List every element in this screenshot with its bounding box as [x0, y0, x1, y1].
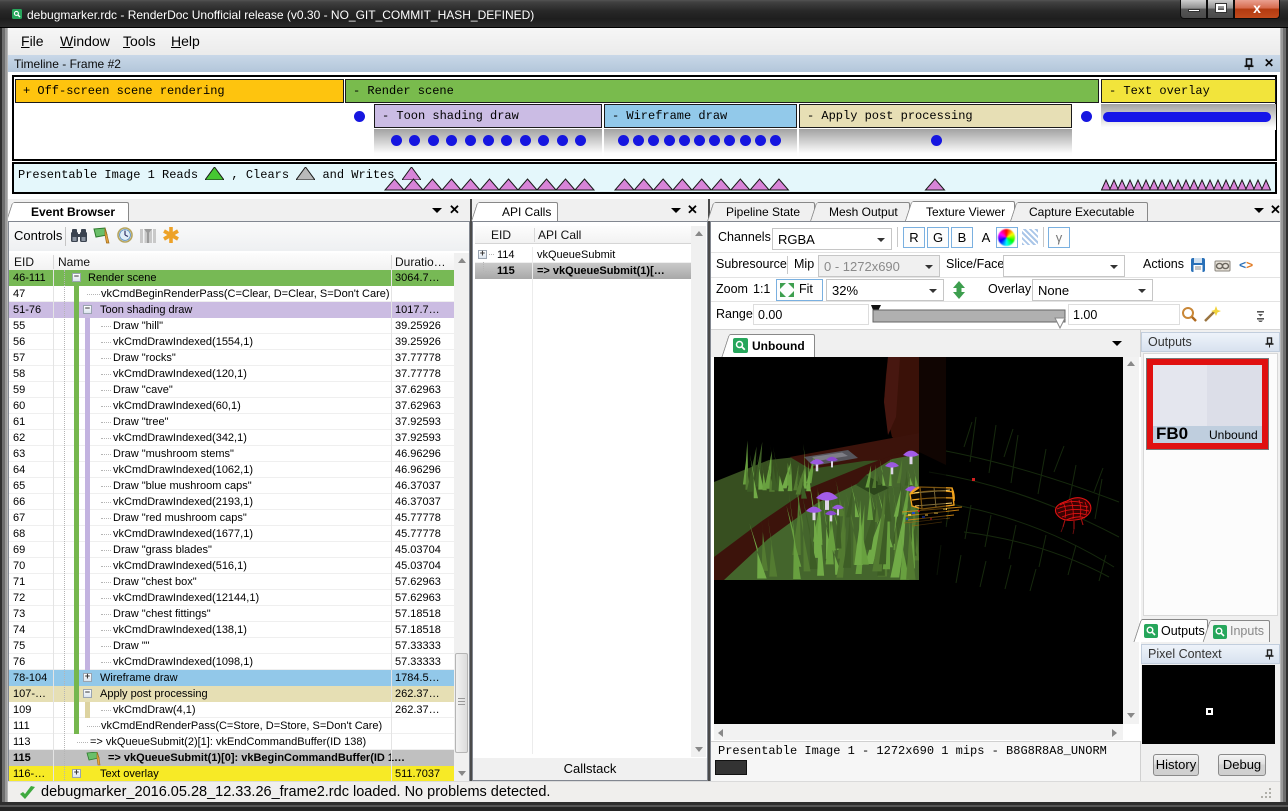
svg-text:>: > — [1246, 259, 1253, 273]
